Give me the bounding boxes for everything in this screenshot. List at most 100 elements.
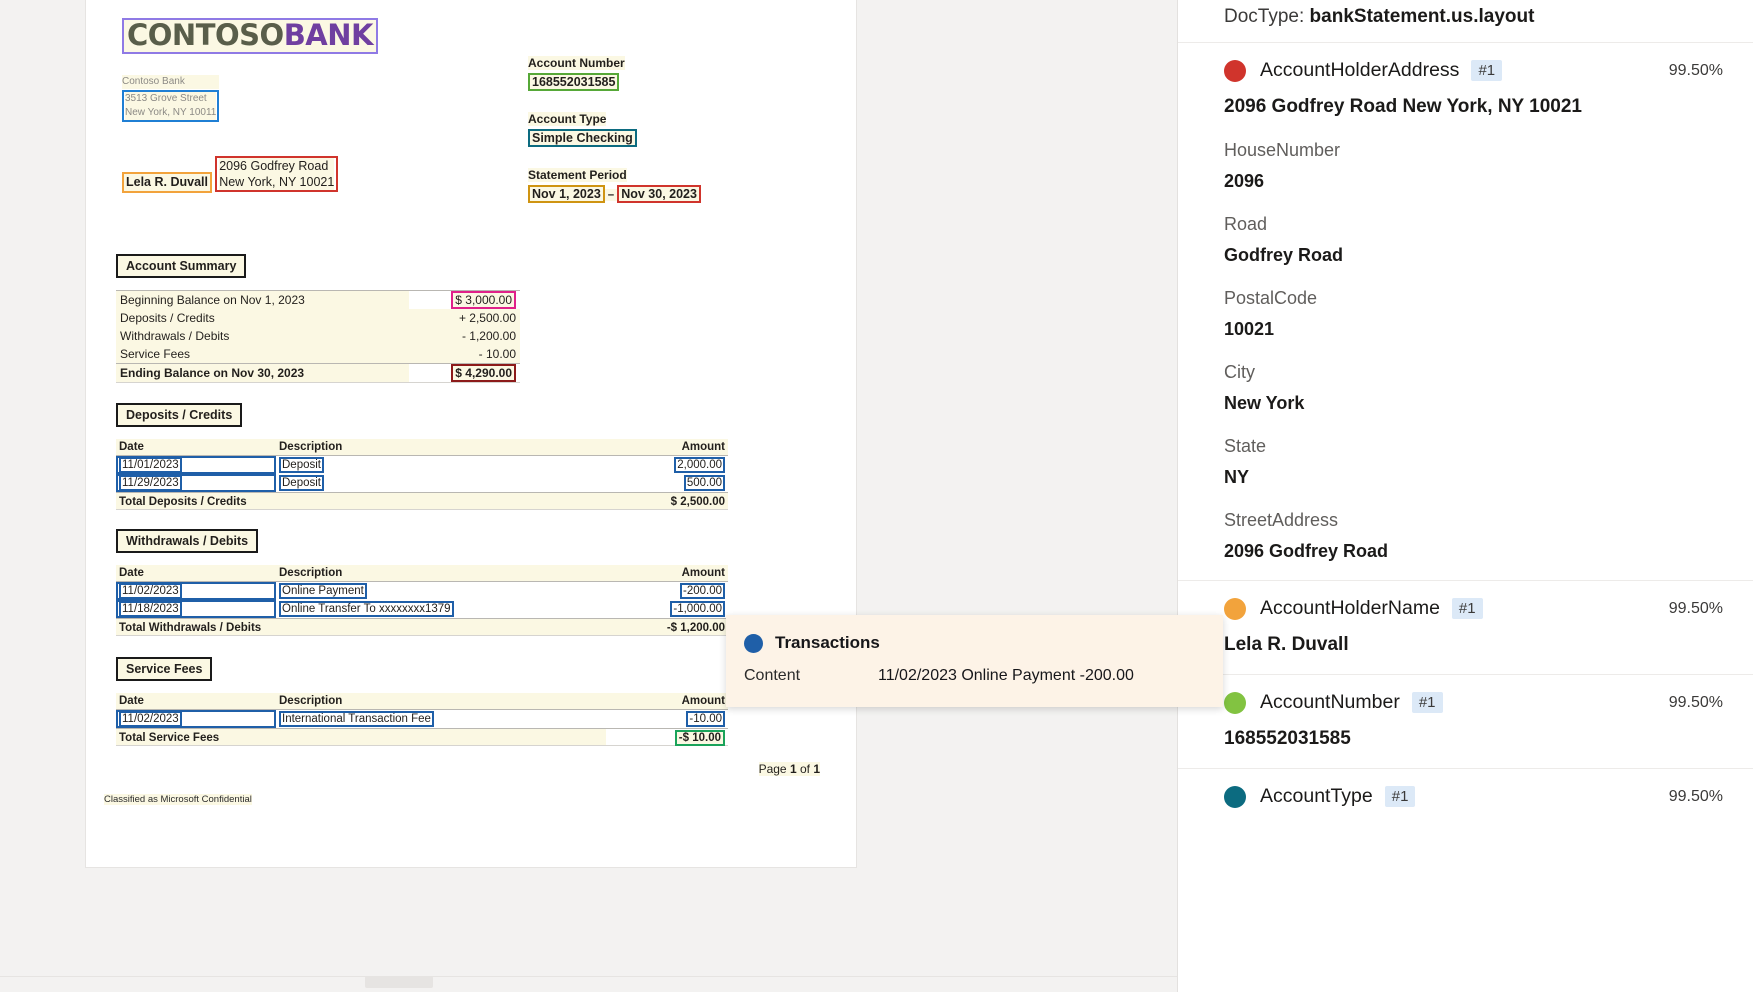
col-amount: Amount [606,565,728,582]
statement-period-end-bbox[interactable]: Nov 30, 2023 [617,185,701,203]
field-occurrence-badge[interactable]: #1 [1471,60,1503,81]
cell-description[interactable]: Deposit [279,475,324,491]
field-account-number[interactable]: AccountNumber #1 99.50% 168552031585 [1178,674,1753,768]
field-occurrence-badge[interactable]: #1 [1411,692,1443,713]
subfield-house-number[interactable]: HouseNumber 2096 [1224,140,1723,192]
viewer-bottom-toolbar[interactable] [0,976,1177,992]
field-name: AccountHolderName [1260,597,1440,619]
col-date: Date [116,565,276,582]
account-number-label: Account Number [528,56,625,70]
extracted-fields-panel[interactable]: DocType: bankStatement.us.layout Account… [1177,0,1753,992]
field-header: AccountNumber #1 99.50% [1224,691,1723,714]
account-holder-address-bbox[interactable]: 2096 Godfrey Road New York, NY 10021 [215,156,339,192]
zoom-control[interactable] [365,976,433,988]
document-viewer[interactable]: CONTOSOBANK Contoso Bank 3513 Grove Stre… [0,0,1177,992]
cell-amount[interactable]: -200.00 [679,583,725,599]
field-occurrence-badge[interactable]: #1 [1384,786,1416,807]
subfield-city[interactable]: City New York [1224,362,1723,414]
field-value: Lela R. Duvall [1224,634,1349,655]
account-summary-section: Account Summary Beginning Balance on Nov… [116,254,520,383]
summary-amount: + 2,500.00 [409,309,520,327]
account-type-bbox[interactable]: Simple Checking [528,129,637,147]
doctype-header: DocType: bankStatement.us.layout [1178,0,1753,42]
statement-meta-column: Account Number 168552031585 Account Type… [528,56,701,224]
deposits-section: Deposits / Credits Date Description Amou… [116,403,728,510]
cell-date[interactable]: 11/18/2023 [119,601,182,617]
field-confidence: 99.50% [1668,599,1723,617]
col-description: Description [276,693,606,710]
withdrawals-section: Withdrawals / Debits Date Description Am… [116,529,728,636]
account-type-group: Account Type Simple Checking [528,112,701,147]
subfield-value: NY [1224,467,1250,487]
subfield-road[interactable]: Road Godfrey Road [1224,214,1723,266]
beginning-balance-bbox[interactable]: $ 3,000.00 [451,291,516,309]
page-total: 1 [813,762,820,776]
subfield-name: City [1224,362,1255,382]
cell-description[interactable]: Online Payment [279,583,367,599]
field-confidence: 99.50% [1668,787,1723,805]
account-summary-table: Beginning Balance on Nov 1, 2023 $ 3,000… [116,290,520,383]
field-header: AccountHolderAddress #1 99.50% [1224,59,1723,82]
subfield-street-address[interactable]: StreetAddress 2096 Godfrey Road [1224,510,1723,562]
document-page[interactable]: CONTOSOBANK Contoso Bank 3513 Grove Stre… [86,0,856,867]
withdrawals-header-row: Date Description Amount [116,565,728,582]
cell-description[interactable]: International Transaction Fee [279,711,434,727]
table-row[interactable]: 11/29/2023 Deposit 500.00 [116,474,728,493]
cell-amount[interactable]: -10.00 [686,711,725,727]
cell-amount[interactable]: 2,000.00 [674,457,725,473]
subfield-postal-code[interactable]: PostalCode 10021 [1224,288,1723,340]
table-row[interactable]: 11/02/2023 Online Payment -200.00 [116,582,728,600]
withdrawals-total-amount: -$ 1,200.00 [606,618,728,636]
subfield-name: PostalCode [1224,288,1318,308]
col-amount: Amount [606,439,728,456]
withdrawals-table: Date Description Amount 11/02/2023 Onlin… [116,565,728,636]
table-row[interactable]: 11/01/2023 Deposit 2,000.00 [116,456,728,474]
withdrawals-title: Withdrawals / Debits [116,529,259,553]
cell-amount[interactable]: -1,000.00 [670,601,725,617]
account-number-bbox[interactable]: 168552031585 [528,73,620,91]
summary-row: Service Fees - 10.00 [116,345,520,364]
summary-label: Beginning Balance on Nov 1, 2023 [116,290,410,309]
logo-word-bank: BANK [283,18,374,52]
table-row[interactable]: 11/02/2023 International Transaction Fee… [116,710,728,729]
ending-balance-label: Ending Balance on Nov 30, 2023 [116,363,410,383]
statement-period-start-bbox[interactable]: Nov 1, 2023 [528,185,605,203]
table-row[interactable]: 11/18/2023 Online Transfer To xxxxxxxx13… [116,600,728,619]
deposits-total-row: Total Deposits / Credits $ 2,500.00 [116,492,728,510]
account-type-label: Account Type [528,112,607,126]
cell-amount[interactable]: 500.00 [683,475,725,491]
col-date: Date [116,693,276,710]
cell-description[interactable]: Online Transfer To xxxxxxxx1379 [279,601,454,617]
tooltip-title: Transactions [775,633,880,652]
field-account-type[interactable]: AccountType #1 99.50% [1178,768,1753,826]
col-date: Date [116,439,276,456]
subfield-value: 2096 [1224,171,1265,191]
withdrawals-total-row: Total Withdrawals / Debits -$ 1,200.00 [116,618,728,636]
summary-row: Beginning Balance on Nov 1, 2023 $ 3,000… [116,290,520,309]
deposits-total-label: Total Deposits / Credits [116,492,606,510]
subfield-name: StreetAddress [1224,510,1339,530]
subfield-name: State [1224,436,1267,456]
cell-date[interactable]: 11/02/2023 [119,711,182,727]
cell-date[interactable]: 11/02/2023 [119,583,182,599]
field-account-holder-name[interactable]: AccountHolderName #1 99.50% Lela R. Duva… [1178,580,1753,674]
field-occurrence-badge[interactable]: #1 [1451,598,1483,619]
field-account-holder-address[interactable]: AccountHolderAddress #1 99.50% 2096 Godf… [1178,42,1753,580]
bank-address-bbox[interactable]: 3513 Grove Street New York, NY 10011 [122,90,220,122]
subfield-name: HouseNumber [1224,140,1341,160]
col-amount: Amount [606,693,728,710]
bank-city-state-zip: New York, NY 10011 [125,106,217,120]
cell-date[interactable]: 11/01/2023 [119,457,182,473]
cell-date[interactable]: 11/29/2023 [119,475,182,491]
fees-total-bbox[interactable]: -$ 10.00 [674,730,725,746]
cell-description[interactable]: Deposit [279,457,324,473]
doctype-label: DocType: [1224,6,1305,27]
account-holder-name-bbox[interactable]: Lela R. Duvall [122,172,212,193]
col-description: Description [276,439,606,456]
ending-balance-bbox[interactable]: $ 4,290.00 [451,364,516,382]
field-value: 168552031585 [1224,728,1351,749]
tooltip-header: Transactions [744,633,1203,653]
subfield-value: 10021 [1224,319,1275,339]
field-color-dot-icon [1224,597,1246,620]
subfield-state[interactable]: State NY [1224,436,1723,488]
